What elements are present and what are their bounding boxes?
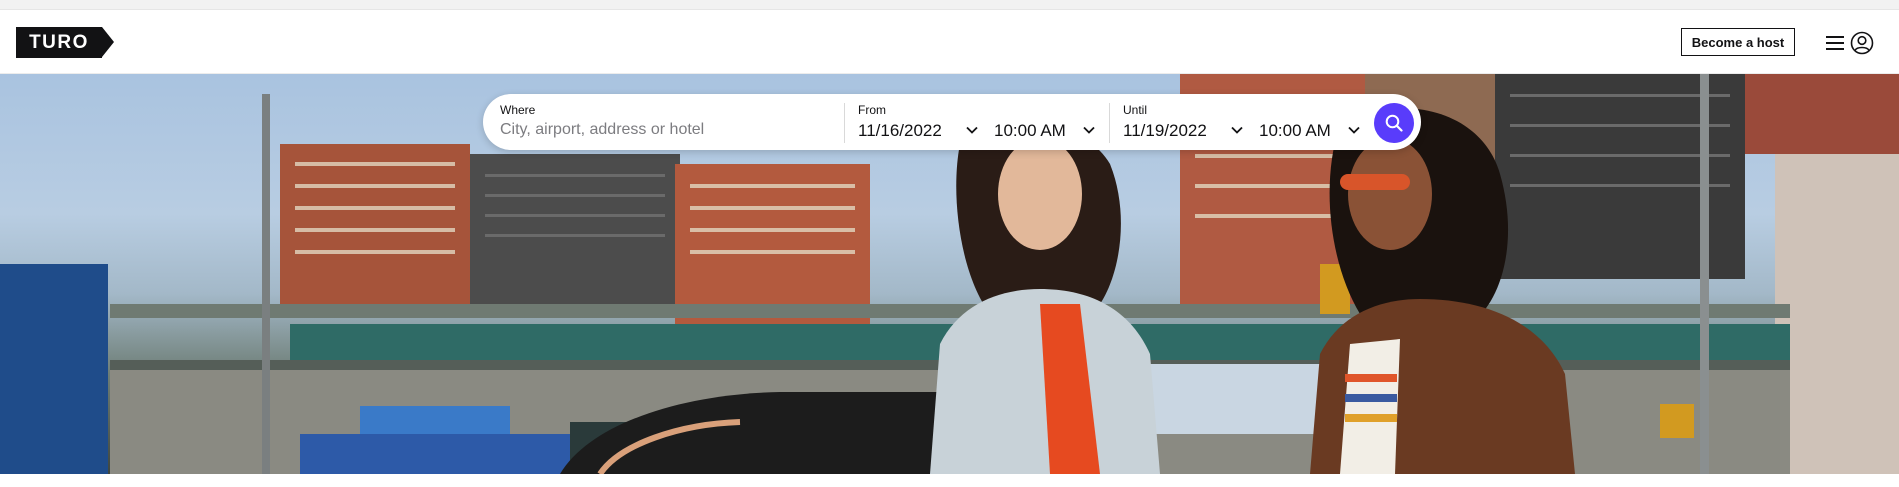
browser-top-strip bbox=[0, 0, 1899, 10]
hero-banner: Where From 11/16/2022 10:00 AM Until 11/… bbox=[0, 74, 1899, 474]
until-date-chevron-down-icon[interactable] bbox=[1229, 122, 1245, 138]
become-a-host-button[interactable]: Become a host bbox=[1681, 28, 1795, 56]
logo-text: TURO bbox=[29, 32, 89, 53]
until-time-chevron-down-icon[interactable] bbox=[1346, 122, 1362, 138]
from-date-value[interactable]: 11/16/2022 bbox=[858, 121, 942, 141]
from-date-chevron-down-icon[interactable] bbox=[964, 122, 980, 138]
until-label: Until bbox=[1123, 103, 1148, 117]
where-input[interactable] bbox=[500, 118, 830, 142]
from-time-value[interactable]: 10:00 AM bbox=[994, 121, 1066, 141]
until-date-value[interactable]: 11/19/2022 bbox=[1123, 121, 1207, 141]
from-label: From bbox=[858, 103, 886, 117]
from-time-chevron-down-icon[interactable] bbox=[1081, 122, 1097, 138]
search-bar: Where From 11/16/2022 10:00 AM Until 11/… bbox=[483, 94, 1421, 150]
search-divider-2 bbox=[1109, 103, 1110, 143]
hamburger-icon bbox=[1826, 36, 1844, 50]
search-icon bbox=[1385, 114, 1403, 132]
until-time-value[interactable]: 10:00 AM bbox=[1259, 121, 1331, 141]
where-label: Where bbox=[500, 103, 536, 117]
menu-profile-button[interactable] bbox=[1826, 30, 1882, 56]
logo-badge-point bbox=[102, 27, 114, 57]
site-header: TURO Become a host bbox=[0, 10, 1899, 74]
search-divider-1 bbox=[844, 103, 845, 143]
search-button[interactable] bbox=[1374, 103, 1414, 143]
user-circle-icon bbox=[1850, 31, 1874, 55]
